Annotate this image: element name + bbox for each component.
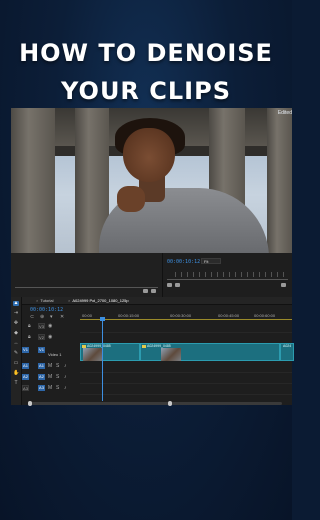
source-patch-a2[interactable]: A2 [22,374,29,380]
ruler-label: 00:00:15:00 [118,313,140,318]
mic-icon[interactable]: ♪ [64,374,67,380]
subject-hand [117,186,145,212]
track-a2: A2 A2 M S ♪ [22,372,77,383]
timeline-timecode[interactable]: 00:00:10:12 [30,307,63,313]
title-line-1: HOW TO DENOISE [19,39,273,67]
divider [15,287,158,288]
scroll-handle-left[interactable] [28,401,32,406]
track-v2: 🔒︎ V2 ◉ [22,332,77,343]
linked-selection-icon[interactable]: ⊕ [40,314,44,320]
track-label[interactable]: A1 [38,363,45,369]
solo-icon[interactable]: S [56,363,59,369]
tab-tutorial[interactable]: × Tutorial [36,298,54,303]
eye-icon[interactable]: ◉ [48,334,52,340]
lane-a3[interactable] [80,383,292,395]
video-clip[interactable]: A024999_0485 [140,343,280,361]
project-panel [11,253,163,297]
marker-icon[interactable]: ▾ [50,314,53,320]
tab-label: Tutorial [40,298,54,303]
mic-icon[interactable]: ♪ [64,385,67,391]
column-right [267,108,292,253]
work-area-bar[interactable] [80,319,292,320]
snap-icon[interactable]: ⊂ [30,314,34,320]
track-v1: V1 V1 Video 1 [22,343,77,359]
subject-face [123,128,175,182]
source-ruler [175,272,286,277]
editor-panel: 00:00:10:12 Fit ▲ ⇥ ✥ ◆ ↔ ✎ ▭ ✋ T × Tutor… [11,253,294,406]
track-label[interactable]: V3 [38,323,45,329]
source-patch-a3[interactable]: A3 [22,385,29,391]
lock-icon[interactable]: 🔒︎ [28,334,31,340]
settings-icon[interactable] [281,283,286,287]
zoom-dropdown[interactable]: Fit [201,258,221,264]
mute-icon[interactable]: M [48,363,52,369]
wrench-icon[interactable]: ✕ [60,314,64,320]
mute-icon[interactable]: M [48,385,52,391]
close-icon[interactable]: × [36,298,38,303]
source-timecode: 00:00:10:12 [167,259,201,265]
tab-sequence[interactable]: × A024999 Pol_2700_1080_125p [68,298,129,303]
source-scrub-bar[interactable] [167,279,288,280]
video-clip[interactable]: A024 [280,343,294,361]
rectangle-icon[interactable]: ▭ [13,361,19,366]
track-label[interactable]: V1 [38,347,45,353]
chevron-down-icon[interactable] [175,283,180,287]
clip-name: A024 [283,344,292,348]
ruler-label: 00:00:45:00 [218,313,240,318]
ruler-label: 00:00:30:00 [170,313,192,318]
mute-icon[interactable]: M [48,374,52,380]
scroll-handle-right[interactable] [168,401,172,406]
track-a1: A1 A1 M S ♪ [22,361,77,372]
track-label[interactable]: A3 [38,385,45,391]
eye-icon[interactable]: ◉ [48,323,52,329]
timeline-panel: × Tutorial × A024999 Pol_2700_1080_125p 00… [22,297,294,406]
mic-icon[interactable]: ♪ [64,363,67,369]
ruler-label: 00:00:60:00 [254,313,276,318]
lock-icon[interactable]: 🔒︎ [28,323,31,329]
razor-icon[interactable]: ◆ [13,331,19,336]
ripple-edit-icon[interactable]: ✥ [13,321,19,326]
slip-icon[interactable]: ↔ [13,341,19,346]
close-icon[interactable]: × [68,298,70,303]
edge-label: Edited [277,110,292,116]
timeline-scrollbar[interactable] [28,401,282,406]
marker-icon[interactable] [167,283,172,287]
title-line-2: YOUR CLIPS [61,77,231,105]
trash-icon[interactable] [151,289,156,293]
track-v3: 🔒︎ V3 ◉ [22,321,77,332]
source-patch-a1[interactable]: A1 [22,363,29,369]
clip-thumbnail [161,348,181,361]
track-label[interactable]: V2 [38,334,45,340]
fx-badge [142,345,146,348]
source-patch-v1[interactable]: V1 [22,347,29,353]
track-label[interactable]: A2 [38,374,45,380]
solo-icon[interactable]: S [56,374,59,380]
track-select-icon[interactable]: ⇥ [13,311,19,316]
timeline-tabs: × Tutorial × A024999 Pol_2700_1080_125p [22,297,292,305]
playhead[interactable] [102,321,103,401]
clip-thumbnail [83,348,103,361]
program-monitor-preview[interactable]: Edited [11,108,292,253]
pen-icon[interactable]: ✎ [13,351,19,356]
track-a3: A3 A3 M S ♪ [22,383,77,394]
folder-icon[interactable] [143,289,148,293]
solo-icon[interactable]: S [56,385,59,391]
selection-tool-icon[interactable]: ▲ [13,301,19,306]
tools-panel: ▲ ⇥ ✥ ◆ ↔ ✎ ▭ ✋ T [11,297,22,405]
track-name: Video 1 [48,352,62,357]
tab-label: A024999 Pol_2700_1080_125p [72,298,129,303]
column-left [11,108,55,253]
ruler-label: 00:00 [82,313,93,318]
type-icon[interactable]: T [13,381,19,386]
video-clip[interactable]: A024999_0485 [80,343,140,361]
hand-icon[interactable]: ✋ [13,371,19,376]
source-monitor: 00:00:10:12 Fit [163,253,292,297]
